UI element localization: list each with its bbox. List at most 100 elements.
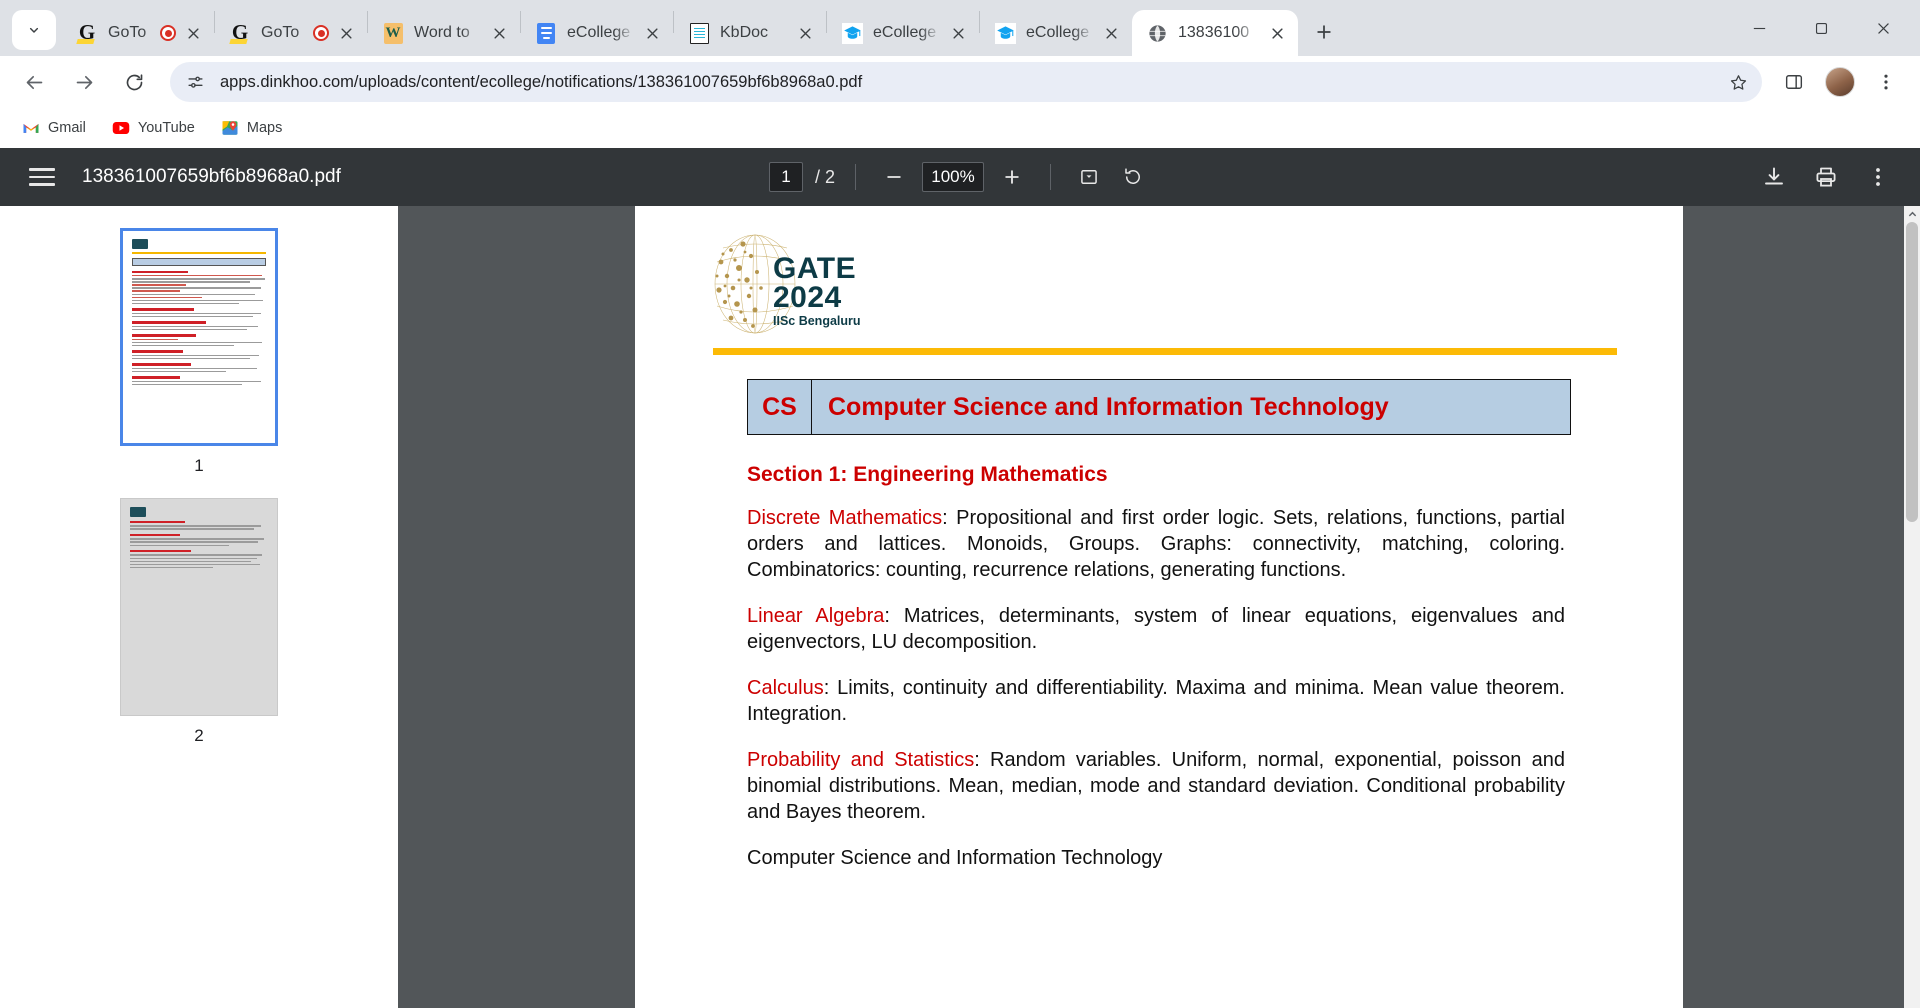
new-tab-button[interactable] [1304, 12, 1344, 52]
toolbar-separator [1050, 164, 1052, 190]
tab-close-button[interactable] [792, 20, 818, 46]
bookmarks-bar: Gmail YouTube Maps [0, 108, 1920, 148]
tab-close-button[interactable] [1264, 20, 1290, 46]
docs-icon [535, 22, 557, 44]
tab-kbdoc[interactable]: KbDoc [674, 10, 826, 56]
tab-ecollege-2[interactable]: eCollege [980, 10, 1132, 56]
back-button[interactable] [14, 62, 54, 102]
thumbnail-page-label: 1 [194, 456, 204, 475]
page-total-label: / 2 [814, 166, 836, 187]
minus-icon [887, 176, 901, 178]
tab-goto-1[interactable]: G GoTo [62, 10, 214, 56]
plus-icon [1317, 25, 1331, 39]
tab-close-button[interactable] [1098, 20, 1124, 46]
topic-body: : Limits, continuity and differentiabili… [747, 677, 1565, 725]
pdf-toolbar-right [1754, 157, 1920, 197]
zoom-level-display[interactable]: 100% [922, 162, 985, 192]
download-button[interactable] [1754, 157, 1794, 197]
close-icon [340, 27, 352, 39]
sidebar-toggle-button[interactable] [22, 157, 62, 197]
pdf-thumbnail-pane: 1 2 [0, 206, 398, 1008]
bookmark-label: Gmail [48, 120, 86, 136]
tab-strip: G GoTo G GoTo W Word to eCollege KbDoc e… [0, 0, 1920, 56]
page-number-input[interactable] [768, 162, 803, 192]
graduation-cap-icon [841, 22, 863, 44]
gate-line-3: IISc Bengaluru [773, 314, 861, 328]
tab-title: KbDoc [720, 24, 769, 41]
print-button[interactable] [1806, 157, 1846, 197]
fit-page-button[interactable] [1071, 159, 1107, 195]
thumbnail-preview [121, 499, 277, 715]
reload-button[interactable] [114, 62, 154, 102]
kbdoc-icon [688, 22, 710, 44]
word-icon: W [382, 22, 404, 44]
profile-avatar-button[interactable] [1820, 62, 1860, 102]
tab-ecollege-docs[interactable]: eCollege [521, 10, 673, 56]
globe-icon [1146, 22, 1168, 44]
chevron-up-icon [1908, 211, 1916, 216]
zoom-in-button[interactable] [994, 159, 1030, 195]
tab-close-button[interactable] [180, 20, 206, 46]
bookmark-star-button[interactable] [1722, 66, 1754, 98]
thumbnail-preview [123, 231, 275, 443]
forward-button[interactable] [64, 62, 104, 102]
close-icon [646, 27, 658, 39]
window-maximize-button[interactable] [1790, 4, 1852, 52]
tab-word-to[interactable]: W Word to [368, 10, 520, 56]
paper-name: Computer Science and Information Technol… [828, 392, 1389, 421]
url-input[interactable] [210, 71, 1722, 93]
minimize-icon [1753, 27, 1765, 29]
address-bar[interactable] [170, 62, 1762, 102]
goto-icon: G [229, 22, 251, 44]
tab-active-pdf[interactable]: 13836100 [1132, 10, 1298, 56]
window-close-button[interactable] [1852, 4, 1914, 52]
tab-close-button[interactable] [486, 20, 512, 46]
download-icon [1765, 167, 1783, 185]
tab-title: eCollege [567, 24, 631, 41]
thumbnail-item-2[interactable]: 2 [120, 498, 278, 768]
page-thumbnail[interactable] [120, 228, 278, 446]
thumbnail-page-label: 2 [194, 726, 204, 745]
page-scrollbar[interactable] [1904, 206, 1920, 1008]
bookmark-maps[interactable]: Maps [213, 114, 290, 142]
recording-indicator-icon [313, 25, 329, 41]
close-icon [952, 27, 964, 39]
pdf-page-1: GATE 2024 IISc Bengaluru CS Computer Sci… [635, 206, 1683, 1008]
chevron-down-icon [29, 27, 39, 33]
rotate-button[interactable] [1115, 159, 1151, 195]
topic-lead: Probability and Statistics [747, 749, 975, 771]
tab-close-button[interactable] [945, 20, 971, 46]
scroll-up-button[interactable] [1904, 206, 1920, 222]
tune-icon [187, 76, 203, 88]
side-panel-button[interactable] [1774, 62, 1814, 102]
tab-goto-2[interactable]: G GoTo [215, 10, 367, 56]
topic-paragraph-discrete-mathematics: Discrete Mathematics: Propositional and … [747, 505, 1565, 583]
pdf-page-pane[interactable]: GATE 2024 IISc Bengaluru CS Computer Sci… [398, 206, 1920, 1008]
tab-search-button[interactable] [12, 10, 56, 50]
tab-title: eCollege [1026, 24, 1090, 41]
youtube-icon [112, 119, 130, 137]
pdf-body: 1 2 GATE 2024 IISc Bengaluru CS Computer… [0, 206, 1920, 1008]
pdf-toolbar: 138361007659bf6b8968a0.pdf / 2 100% [0, 148, 1920, 206]
tab-title: GoTo [108, 24, 147, 41]
topic-paragraph-probability-statistics: Probability and Statistics: Random varia… [747, 747, 1565, 825]
bookmark-youtube[interactable]: YouTube [104, 114, 203, 142]
browser-window: G GoTo G GoTo W Word to eCollege KbDoc e… [0, 0, 1920, 1008]
page-thumbnail[interactable] [120, 498, 278, 716]
thumbnail-item-1[interactable]: 1 [120, 228, 278, 498]
zoom-out-button[interactable] [876, 159, 912, 195]
close-icon [1877, 22, 1889, 34]
site-info-icon[interactable] [180, 67, 210, 97]
scrollbar-thumb[interactable] [1906, 222, 1918, 522]
window-minimize-button[interactable] [1728, 4, 1790, 52]
tab-title: Word to [414, 24, 470, 41]
chrome-menu-button[interactable] [1866, 62, 1906, 102]
tab-title: 13836100 [1178, 24, 1250, 41]
tab-ecollege-1[interactable]: eCollege [827, 10, 979, 56]
gold-divider [713, 348, 1617, 355]
gate-line-2: 2024 [773, 281, 842, 314]
tab-close-button[interactable] [333, 20, 359, 46]
tab-close-button[interactable] [639, 20, 665, 46]
bookmark-gmail[interactable]: Gmail [14, 114, 94, 142]
pdf-more-button[interactable] [1858, 157, 1898, 197]
